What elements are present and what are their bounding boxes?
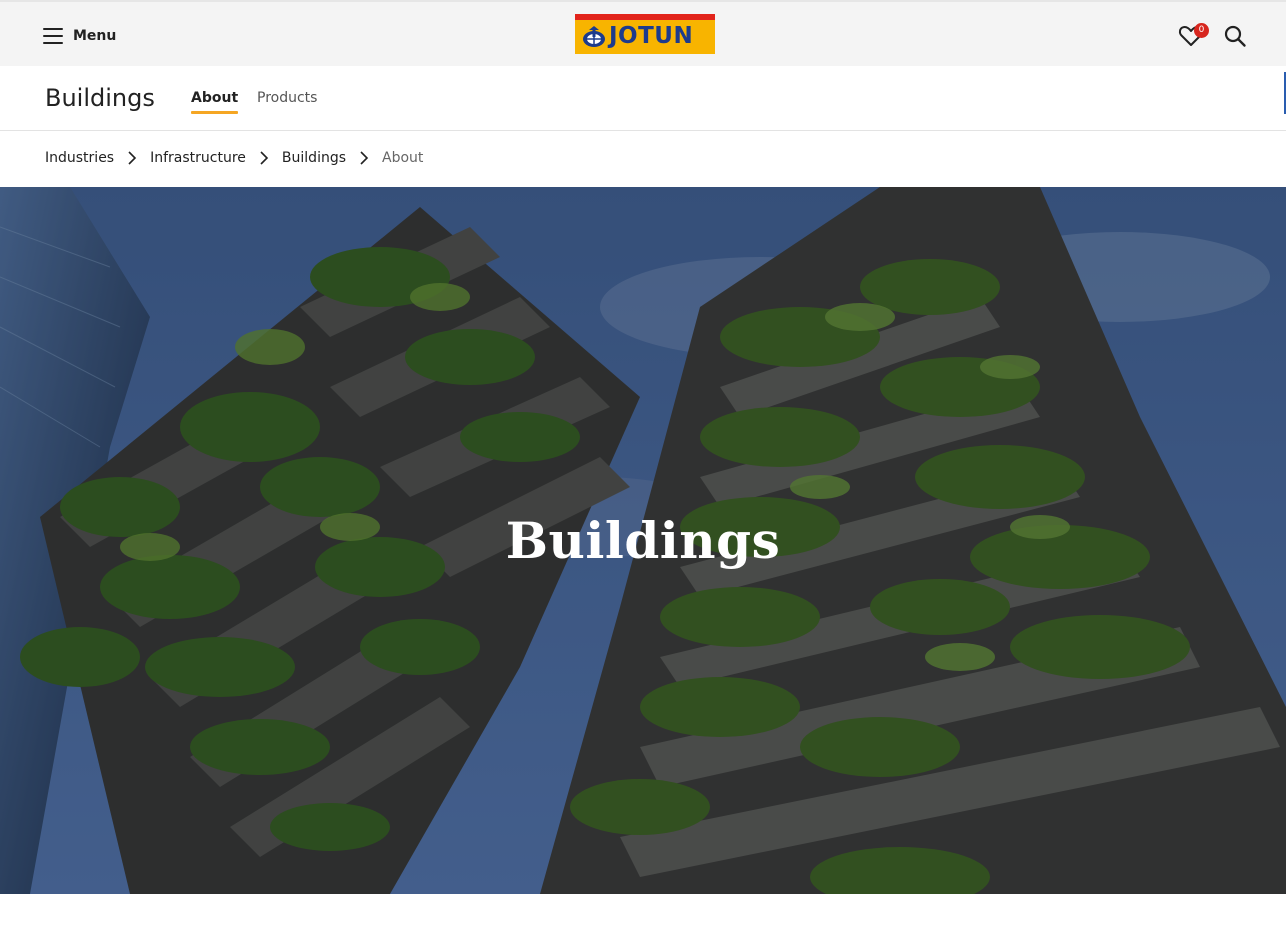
section-title: Buildings	[45, 84, 155, 112]
chevron-right-icon	[360, 151, 369, 165]
search-button[interactable]	[1223, 24, 1247, 48]
chevron-right-icon	[128, 151, 137, 165]
breadcrumb-link-infrastructure[interactable]: Infrastructure	[150, 150, 246, 166]
menu-label: Menu	[73, 28, 117, 44]
hero-banner: Buildings	[0, 187, 1286, 894]
breadcrumb-current: About	[382, 150, 424, 166]
whale-logo-icon	[583, 26, 605, 47]
site-header: Menu JOTUN 0	[0, 0, 1286, 66]
jotun-logo[interactable]: JOTUN	[575, 14, 715, 54]
breadcrumb-link-buildings[interactable]: Buildings	[282, 150, 346, 166]
logo-wordmark: JOTUN	[609, 23, 694, 49]
tab-products[interactable]: Products	[257, 88, 317, 108]
section-nav: Buildings About Products	[0, 66, 1286, 131]
hero-title: Buildings	[505, 511, 781, 570]
menu-button[interactable]: Menu	[43, 24, 116, 48]
breadcrumb-link-industries[interactable]: Industries	[45, 150, 114, 166]
search-icon	[1224, 25, 1246, 47]
tab-about[interactable]: About	[191, 88, 239, 114]
hamburger-icon	[43, 28, 63, 44]
chevron-right-icon	[260, 151, 269, 165]
breadcrumb: Industries Infrastructure Buildings Abou…	[45, 147, 423, 169]
favourites-count-badge: 0	[1194, 23, 1209, 38]
